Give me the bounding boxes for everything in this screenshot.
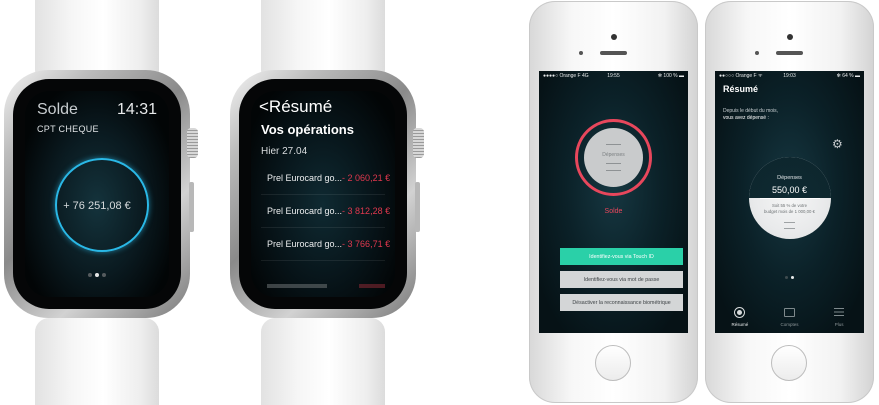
balance-amount: + 76 251,08 € <box>63 200 131 212</box>
operation-amount: - 3 812,28 € <box>342 206 391 216</box>
spending-intro: Depuis le début du mois, vous avez dépen… <box>723 108 778 122</box>
row-divider <box>261 260 385 261</box>
phone-screen: ●●●●○ Orange F 4G 19:55 ✻ 100 % ▬ Dépens… <box>539 71 688 333</box>
account-name: CPT CHEQUE <box>37 124 99 134</box>
more-icon <box>833 306 845 318</box>
status-bar: ●●○○○ Orange F ᯤ 19:03 ✻ 64 % ▬ <box>715 73 864 81</box>
home-button[interactable] <box>595 345 631 381</box>
section-heading: Vos opérations <box>261 122 354 137</box>
row-divider <box>261 194 385 195</box>
proximity-sensor <box>579 51 583 55</box>
watch-bezel: <Résumé Vos opérations Hier 27.04 Prel E… <box>239 79 407 309</box>
digital-crown[interactable] <box>413 128 424 158</box>
gauge-placeholder-line <box>784 222 795 223</box>
password-login-button[interactable]: Identifiez-vous via mot de passe <box>560 271 683 288</box>
page-dot <box>88 273 92 277</box>
resume-icon <box>734 306 746 318</box>
page-dot <box>102 273 106 277</box>
watch-band-top <box>35 0 159 80</box>
tab-bar: Résumé Comptes Plus <box>715 298 864 333</box>
side-button[interactable] <box>415 182 420 232</box>
row-divider <box>261 227 385 228</box>
clock-time: 14:31 <box>116 101 157 118</box>
operation-label: Prel Eurocard go... <box>267 206 343 216</box>
iphone-login: ●●●●○ Orange F 4G 19:55 ✻ 100 % ▬ Dépens… <box>529 1 698 403</box>
home-button[interactable] <box>771 345 807 381</box>
page-dot-active <box>791 276 794 279</box>
page-dot <box>785 276 788 279</box>
tab-label: Plus <box>834 322 844 327</box>
watch-case: Solde 14:31 CPT CHEQUE + 76 251,08 € <box>4 70 198 318</box>
tab-label: Comptes <box>780 322 799 327</box>
accounts-icon <box>784 306 796 318</box>
operation-label: Prel Eurocard go... <box>267 173 343 183</box>
operation-row[interactable]: Prel Eurocard go... - 3 812,28 € <box>251 196 395 226</box>
tab-resume[interactable]: Résumé <box>715 298 765 333</box>
tab-comptes[interactable]: Comptes <box>765 298 815 333</box>
tab-plus[interactable]: Plus <box>814 298 864 333</box>
watch-case: <Résumé Vos opérations Hier 27.04 Prel E… <box>230 70 424 318</box>
gauge-label: Dépenses <box>777 175 802 181</box>
operation-amount: - 2 060,21 € <box>342 173 391 183</box>
proximity-sensor <box>755 51 759 55</box>
operation-amount-cut <box>359 284 385 288</box>
tab-label: Résumé <box>731 322 749 327</box>
gauge-label: Dépenses <box>602 152 625 158</box>
page-indicator[interactable] <box>715 276 864 279</box>
settings-gear-icon[interactable]: ⚙ <box>832 138 843 150</box>
watch-screen: <Résumé Vos opérations Hier 27.04 Prel E… <box>251 91 395 297</box>
operation-row[interactable]: Prel Eurocard go... - 2 060,21 € <box>251 163 395 193</box>
page-indicator[interactable] <box>25 273 169 277</box>
gauge-placeholder-line <box>606 144 621 145</box>
apple-watch-solde: Solde 14:31 CPT CHEQUE + 76 251,08 € <box>2 0 198 405</box>
watch-band-bottom <box>35 318 159 405</box>
gauge-placeholder-line <box>784 228 795 229</box>
date-label: Hier 27.04 <box>261 146 308 157</box>
touch-id-button[interactable]: Identifiez-vous via Touch ID <box>560 248 683 265</box>
page-dot-active <box>95 273 99 277</box>
gauge-placeholder-line <box>606 170 621 171</box>
operation-row[interactable]: Prel Eurocard go... - 3 766,71 € <box>251 229 395 259</box>
apple-watch-resume: <Résumé Vos opérations Hier 27.04 Prel E… <box>228 0 424 405</box>
gauge-placeholder-line <box>606 163 621 164</box>
operation-label: Prel Eurocard go... <box>267 239 343 249</box>
digital-crown[interactable] <box>187 128 198 158</box>
watch-bezel: Solde 14:31 CPT CHEQUE + 76 251,08 € <box>13 79 181 309</box>
budget-ratio: Soit 55 % de votre budget mois de 1 000,… <box>715 203 864 215</box>
watch-band-bottom <box>261 318 385 405</box>
battery-status: ✻ 100 % ▬ <box>657 73 684 79</box>
spent-amount: 550,00 € <box>771 185 808 195</box>
disable-biometric-button[interactable]: Désactiver la reconnaissance biométrique <box>560 294 683 311</box>
gauge-divider <box>760 198 820 199</box>
solde-label: Solde <box>604 208 623 215</box>
front-camera <box>611 34 617 40</box>
budget-ratio-line-2: budget mois de 1 000,00 € <box>764 209 815 214</box>
intro-line-1: Depuis le début du mois, <box>723 108 779 114</box>
page-title: Résumé <box>723 84 759 94</box>
operation-row-partial[interactable] <box>251 271 395 297</box>
operation-amount: - 3 766,71 € <box>342 239 391 249</box>
watch-screen: Solde 14:31 CPT CHEQUE + 76 251,08 € <box>25 91 169 297</box>
phone-screen: ●●○○○ Orange F ᯤ 19:03 ✻ 64 % ▬ Résumé D… <box>715 71 864 333</box>
screen-title: Solde <box>37 101 78 118</box>
battery-status: ✻ 64 % ▬ <box>836 73 860 79</box>
watch-band-top <box>261 0 385 80</box>
operation-label-cut <box>267 284 327 288</box>
front-camera <box>787 34 793 40</box>
iphone-resume: ●●○○○ Orange F ᯤ 19:03 ✻ 64 % ▬ Résumé D… <box>705 1 874 403</box>
back-button[interactable]: <Résumé <box>259 97 332 117</box>
intro-line-2: vous avez dépensé : <box>723 115 769 121</box>
earpiece-speaker <box>776 51 803 55</box>
side-button[interactable] <box>189 182 194 232</box>
status-bar: ●●●●○ Orange F 4G 19:55 ✻ 100 % ▬ <box>539 73 688 81</box>
earpiece-speaker <box>600 51 627 55</box>
